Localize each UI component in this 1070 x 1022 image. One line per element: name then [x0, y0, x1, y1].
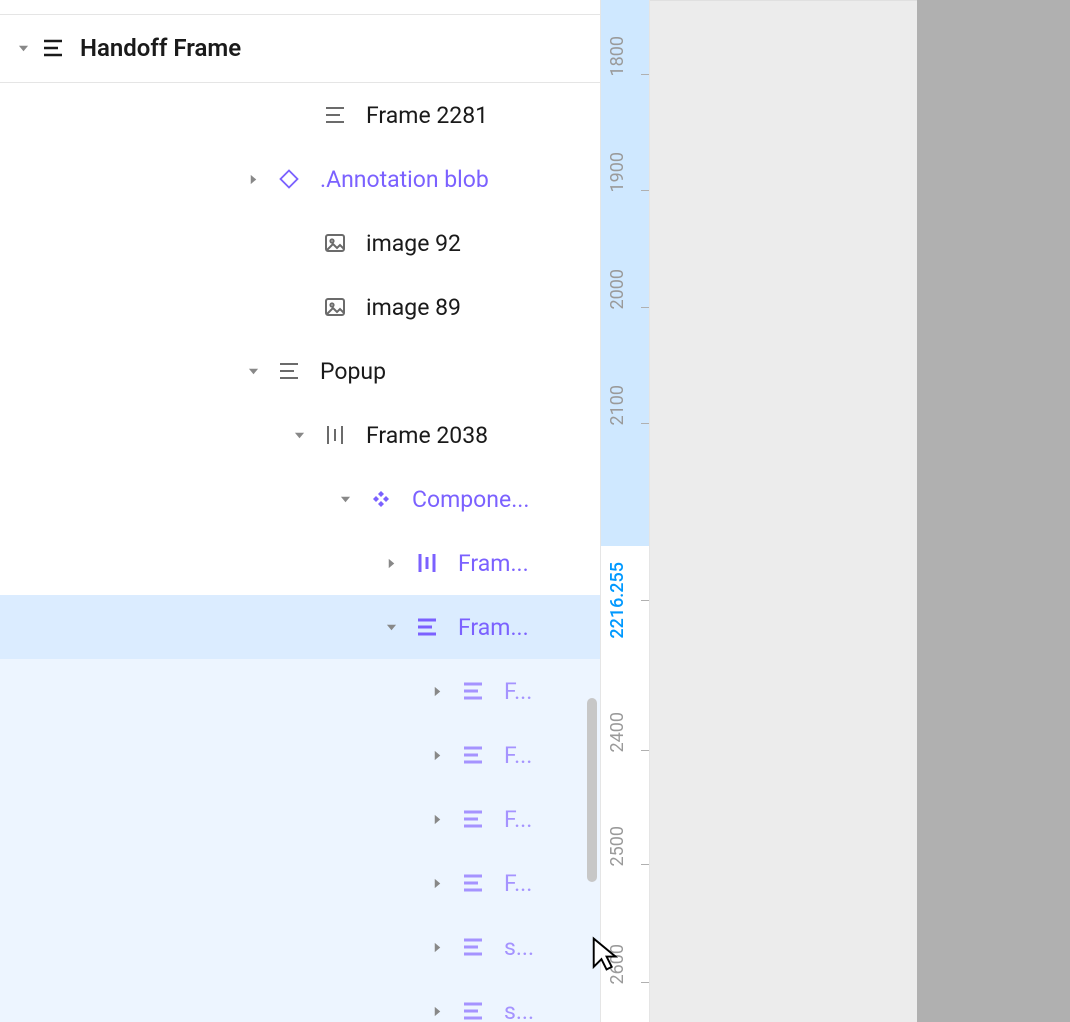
- caret-right-icon: [290, 298, 308, 316]
- frame-icon: [40, 35, 66, 61]
- layer-row[interactable]: F...: [0, 659, 600, 723]
- layer-row[interactable]: s...: [0, 979, 600, 1022]
- frame-v-icon: [460, 742, 486, 768]
- frame-v-icon: [276, 358, 302, 384]
- caret-right-icon: [290, 106, 308, 124]
- ruler-tick: [641, 864, 649, 865]
- layer-label: image 92: [366, 230, 461, 257]
- ruler-tick-label: 2000: [607, 269, 628, 309]
- ruler-tick: [641, 74, 649, 75]
- caret-right-icon[interactable]: [244, 170, 262, 188]
- frame-v-icon: [460, 934, 486, 960]
- layer-row[interactable]: Fram...: [0, 531, 600, 595]
- layer-label: Popup: [320, 358, 386, 385]
- layer-row[interactable]: .Annotation blob: [0, 147, 600, 211]
- ruler-tick: [641, 307, 649, 308]
- layer-label: F...: [504, 678, 532, 705]
- diamond-icon: [276, 166, 302, 192]
- ruler-selected-value: 2216.255: [607, 562, 628, 639]
- layer-row[interactable]: F...: [0, 723, 600, 787]
- frame-v-icon: [460, 998, 486, 1022]
- image-icon: [322, 230, 348, 256]
- layer-row[interactable]: Frame 2281: [0, 83, 600, 147]
- frame-v-icon: [460, 678, 486, 704]
- layer-label: F...: [504, 742, 532, 769]
- layer-label: Frame 2281: [366, 102, 488, 129]
- canvas-outside: [917, 0, 1070, 1022]
- layer-label: Fram...: [458, 550, 529, 577]
- caret-right-icon[interactable]: [382, 554, 400, 572]
- caret-down-icon[interactable]: [382, 618, 400, 636]
- layer-row[interactable]: s...: [0, 915, 600, 979]
- ruler-tick-label: 2400: [607, 712, 628, 752]
- image-icon: [322, 294, 348, 320]
- ruler-tick-label: 2600: [607, 944, 628, 984]
- caret-right-icon[interactable]: [428, 746, 446, 764]
- caret-right-icon[interactable]: [428, 682, 446, 700]
- caret-right-icon[interactable]: [428, 810, 446, 828]
- layer-row[interactable]: image 89: [0, 275, 600, 339]
- layer-tree: Frame 2281 .Annotation blob image 92 image …: [0, 83, 600, 1022]
- component-icon: [368, 486, 394, 512]
- layer-label: F...: [504, 806, 532, 833]
- ruler[interactable]: 1800 1900 2000 2100 2216.255 2400 2500 2600: [601, 0, 650, 1022]
- ruler-tick-label: 1900: [607, 152, 628, 192]
- ruler-tick: [641, 190, 649, 191]
- canvas-area[interactable]: [650, 0, 917, 1022]
- layer-label: s...: [504, 934, 534, 961]
- scrollbar-thumb[interactable]: [587, 698, 597, 882]
- layer-row[interactable]: Frame 2038: [0, 403, 600, 467]
- layer-label: s...: [504, 998, 534, 1022]
- caret-right-icon: [290, 234, 308, 252]
- layer-row[interactable]: Fram...: [0, 595, 600, 659]
- caret-down-icon[interactable]: [14, 39, 32, 57]
- caret-right-icon[interactable]: [428, 874, 446, 892]
- layer-row[interactable]: Compone...: [0, 467, 600, 531]
- panel-title: Handoff Frame: [80, 34, 241, 62]
- ruler-tick-label: 2100: [607, 385, 628, 425]
- frame-v-icon: [322, 102, 348, 128]
- layer-label: .Annotation blob: [320, 166, 489, 193]
- layer-label: Fram...: [458, 614, 529, 641]
- layer-row[interactable]: F...: [0, 851, 600, 915]
- ruler-tick: [641, 750, 649, 751]
- layer-label: Frame 2038: [366, 422, 488, 449]
- layer-row[interactable]: Popup: [0, 339, 600, 403]
- ruler-tick: [641, 423, 649, 424]
- layer-label: F...: [504, 870, 532, 897]
- layer-label: image 89: [366, 294, 461, 321]
- layer-row[interactable]: F...: [0, 787, 600, 851]
- layers-panel: Handoff Frame Frame 2281 .Annotation blob…: [0, 0, 601, 1022]
- caret-down-icon[interactable]: [244, 362, 262, 380]
- layer-label: Compone...: [412, 486, 529, 513]
- frame-v-icon: [460, 870, 486, 896]
- frame-v-icon: [460, 806, 486, 832]
- panel-header-row[interactable]: Handoff Frame: [0, 14, 600, 83]
- frame-h-icon: [414, 550, 440, 576]
- ruler-tick-label: 1800: [607, 36, 628, 76]
- ruler-tick-label: 2500: [607, 826, 628, 866]
- ruler-tick: [641, 982, 649, 983]
- frame-h-icon: [322, 422, 348, 448]
- caret-right-icon[interactable]: [428, 938, 446, 956]
- layer-row[interactable]: image 92: [0, 211, 600, 275]
- caret-down-icon[interactable]: [336, 490, 354, 508]
- ruler-tick: [641, 600, 649, 601]
- frame-v-icon: [414, 614, 440, 640]
- caret-right-icon[interactable]: [428, 1002, 446, 1020]
- caret-down-icon[interactable]: [290, 426, 308, 444]
